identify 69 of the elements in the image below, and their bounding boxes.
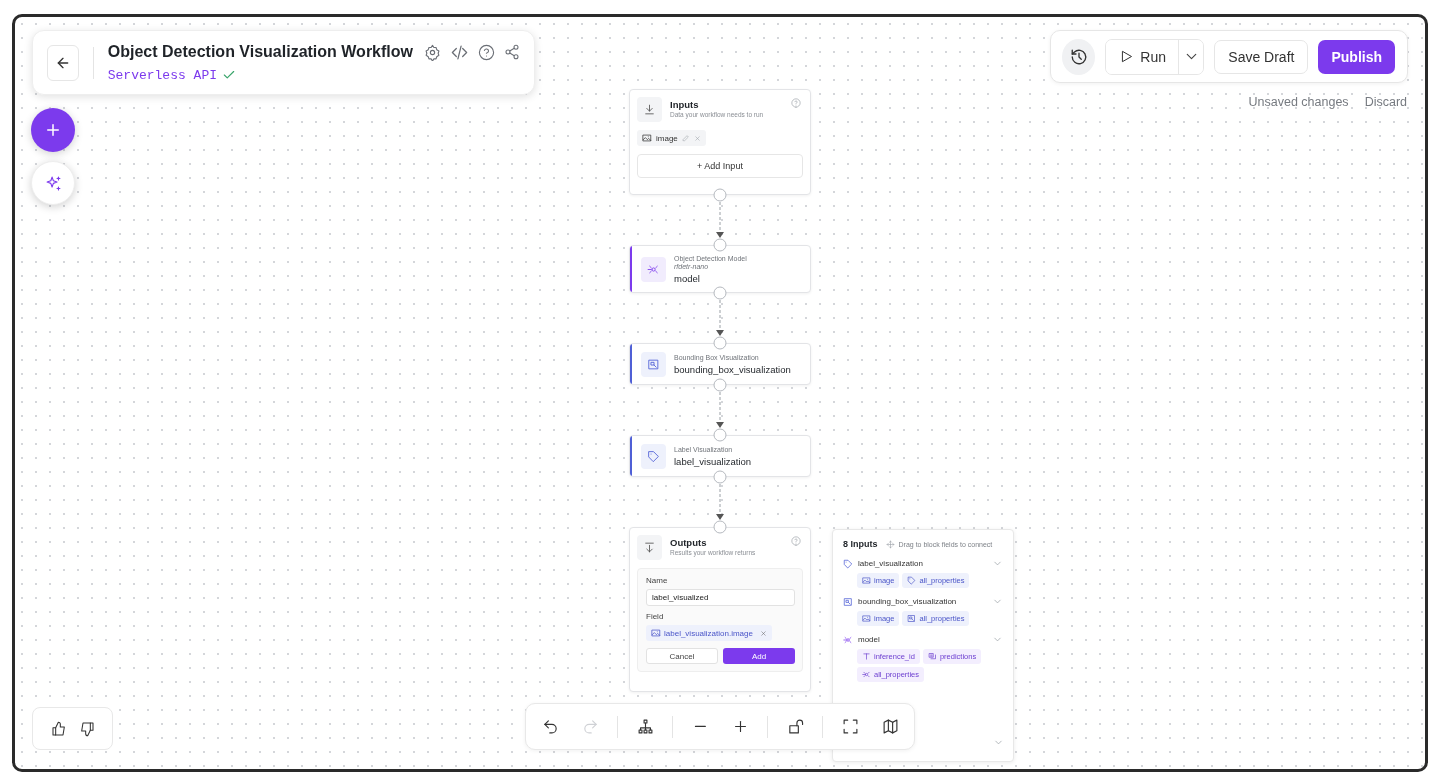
add-block-button[interactable]	[31, 108, 75, 152]
tag-icon	[647, 449, 660, 463]
connector-arrow	[716, 299, 724, 336]
run-button[interactable]: Run	[1106, 39, 1180, 74]
group-name: label_visualization	[858, 559, 924, 568]
network-icon	[862, 670, 871, 679]
connection-handle[interactable]	[713, 470, 727, 484]
tag-icon	[907, 576, 917, 585]
connection-handle[interactable]	[713, 520, 727, 534]
play-icon	[1119, 49, 1135, 64]
field-chip[interactable]: label_visualization.image	[646, 625, 772, 641]
bounding-box-icon	[647, 357, 660, 371]
image-icon	[642, 133, 652, 143]
move-icon	[885, 539, 895, 549]
node-title: Outputs	[670, 537, 708, 548]
history-button[interactable]	[1062, 38, 1096, 75]
group-name: model	[858, 635, 881, 644]
deployment-label: Serverless API	[107, 67, 217, 83]
text-icon	[862, 652, 871, 661]
document-icon	[927, 652, 937, 661]
tag-icon	[843, 558, 853, 569]
add-input-button[interactable]: + Add Input	[637, 154, 803, 178]
image-icon	[651, 628, 661, 638]
workflow-title: Object Detection Visualization Workflow	[107, 43, 413, 61]
publish-button[interactable]: Publish	[1318, 39, 1395, 74]
history-icon	[1069, 47, 1088, 66]
discard-link[interactable]: Discard	[1364, 95, 1407, 109]
node-title: Inputs	[670, 99, 700, 110]
connection-handle[interactable]	[713, 238, 727, 252]
connector-arrow	[716, 201, 724, 238]
input-chip[interactable]: image	[637, 130, 706, 146]
close-icon[interactable]	[759, 629, 767, 637]
bounding-box-icon	[843, 596, 853, 607]
connector-arrow	[716, 391, 724, 428]
block-name: model	[674, 272, 701, 284]
bounding-box-icon	[907, 614, 917, 623]
plus-icon	[44, 121, 62, 139]
connection-handle[interactable]	[713, 428, 727, 442]
image-icon	[862, 576, 871, 585]
connection-handle[interactable]	[713, 336, 727, 350]
close-icon	[693, 134, 701, 142]
image-icon	[862, 614, 871, 623]
group-name: bounding_box_visualization	[858, 597, 958, 606]
unsaved-status: Unsaved changes	[1248, 95, 1349, 109]
block-name: label_visualization	[674, 455, 752, 467]
add-button[interactable]: Add	[723, 648, 795, 664]
cancel-button[interactable]: Cancel	[646, 648, 718, 664]
connection-handle[interactable]	[713, 188, 727, 202]
edit-icon	[681, 134, 690, 142]
name-input[interactable]: label_visualized	[646, 589, 795, 606]
settings-icon[interactable]	[424, 43, 441, 61]
help-icon[interactable]	[478, 43, 495, 61]
field-label: Field	[646, 612, 664, 621]
back-button[interactable]	[47, 44, 79, 81]
panel-title: 8 Inputs	[843, 539, 878, 549]
network-icon	[843, 634, 853, 645]
connection-handle[interactable]	[713, 378, 727, 392]
connector-arrow	[716, 483, 724, 520]
share-icon[interactable]	[504, 44, 520, 60]
block-name: bounding_box_visualization	[674, 363, 791, 375]
ai-assistant-button[interactable]	[31, 161, 75, 205]
field-label: Name	[646, 576, 668, 585]
sparkle-icon	[44, 174, 62, 192]
download-icon	[643, 103, 656, 116]
save-draft-button[interactable]: Save Draft	[1214, 39, 1309, 74]
connection-handle[interactable]	[713, 286, 727, 300]
arrow-down-bar-icon	[643, 541, 656, 554]
thumbs-up-icon	[50, 720, 67, 737]
thumbs-down-icon	[78, 720, 95, 737]
